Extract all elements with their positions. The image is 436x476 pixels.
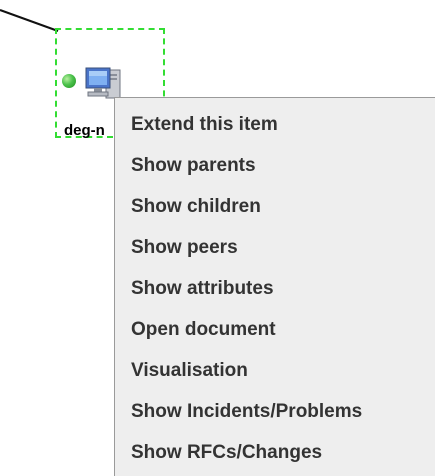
context-menu: Extend this item Show parents Show child… xyxy=(114,97,435,476)
status-indicator-icon xyxy=(62,74,76,88)
menu-item-visualisation[interactable]: Visualisation xyxy=(115,350,435,391)
graph-canvas: deg-n Extend this item Show parents Show… xyxy=(0,0,436,476)
menu-item-extend-this-item[interactable]: Extend this item xyxy=(115,104,435,145)
menu-item-show-incidents-problems[interactable]: Show Incidents/Problems xyxy=(115,391,435,432)
node-label[interactable]: deg-n xyxy=(64,122,105,139)
computer-icon[interactable] xyxy=(84,66,124,100)
menu-item-show-parents[interactable]: Show parents xyxy=(115,145,435,186)
menu-item-open-document[interactable]: Open document xyxy=(115,309,435,350)
menu-item-show-rfcs-changes[interactable]: Show RFCs/Changes xyxy=(115,432,435,473)
menu-item-show-peers[interactable]: Show peers xyxy=(115,227,435,268)
menu-item-show-attributes[interactable]: Show attributes xyxy=(115,268,435,309)
menu-item-show-children[interactable]: Show children xyxy=(115,186,435,227)
